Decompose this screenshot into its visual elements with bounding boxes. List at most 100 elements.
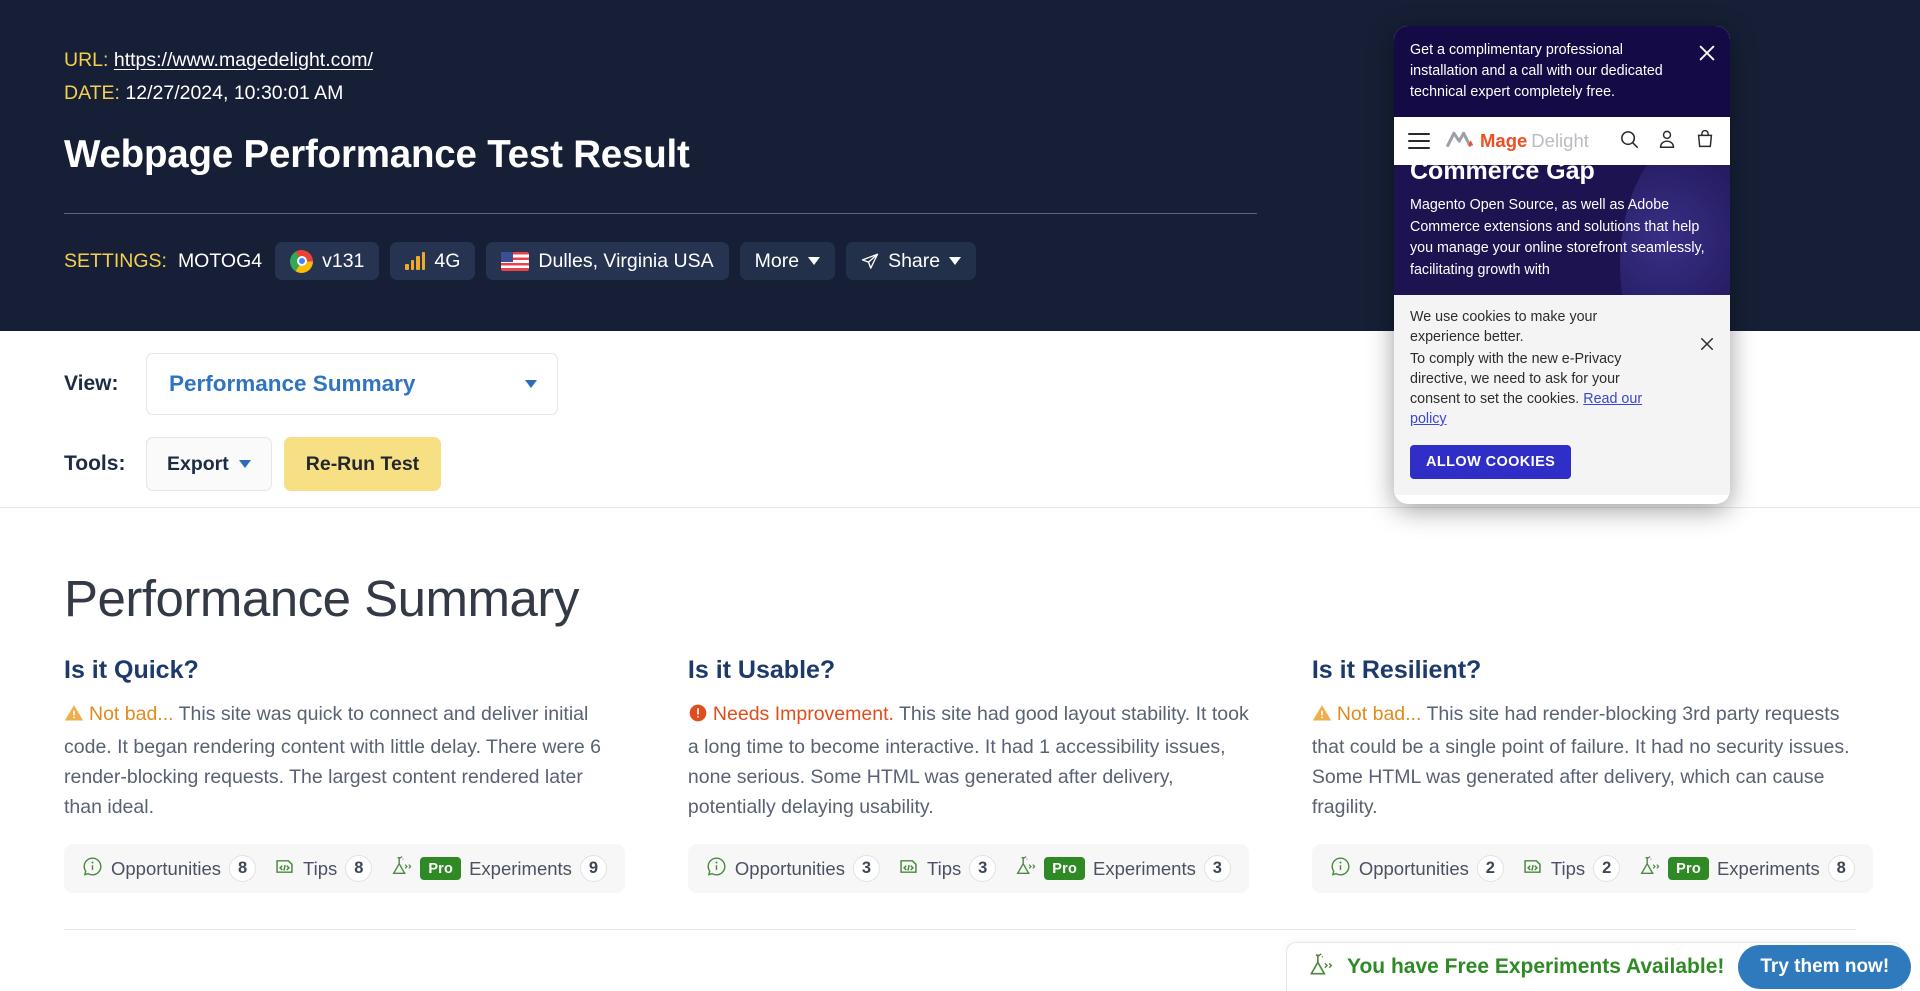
experiments-label: Experiments: [1093, 857, 1196, 879]
header-divider: [64, 213, 1257, 214]
cookie-consent-bar: We use cookies to make your experience b…: [1394, 295, 1730, 495]
info-circle-icon: [1330, 856, 1351, 882]
view-row: View: Performance Summary: [64, 353, 558, 415]
view-label: View:: [64, 372, 119, 395]
preview-site-nav: Mage Delight: [1394, 117, 1730, 165]
close-icon[interactable]: [1696, 42, 1718, 64]
promo-text: Get a complimentary professional install…: [1410, 42, 1663, 100]
tips-count: 8: [345, 855, 373, 882]
main-content: Performance Summary Is it Quick? Not bad…: [0, 508, 1920, 930]
tips-chip[interactable]: Tips 8: [274, 855, 373, 882]
more-button[interactable]: More: [739, 242, 836, 280]
opportunities-label: Opportunities: [734, 857, 845, 879]
alert-octagon-icon: [688, 702, 708, 732]
url-link[interactable]: https://www.magedelight.com/: [114, 49, 373, 71]
info-circle-icon: [706, 856, 727, 882]
hero-title: Commerce Gap: [1410, 165, 1595, 185]
tips-count: 3: [969, 855, 997, 882]
location-pill[interactable]: Dulles, Virginia USA: [486, 242, 729, 280]
rerun-test-button[interactable]: Re-Run Test: [283, 437, 442, 491]
connection-label: 4G: [434, 249, 461, 272]
tips-chip[interactable]: Tips 3: [898, 855, 997, 882]
opportunities-chip[interactable]: Opportunities 2: [1330, 855, 1504, 882]
column-heading: Is it Usable?: [687, 656, 836, 684]
opportunities-count: 8: [229, 855, 257, 882]
column-body: Not bad... This site was quick to connec…: [64, 699, 625, 822]
code-tips-icon: [1522, 856, 1543, 882]
experiments-chip[interactable]: Pro Experiments 3: [1014, 855, 1231, 882]
opportunities-chip[interactable]: Opportunities 8: [82, 855, 257, 882]
opportunities-chip[interactable]: Opportunities 3: [706, 855, 880, 882]
share-button[interactable]: Share: [846, 242, 977, 280]
device-name: MOTOG4: [177, 249, 263, 272]
free-experiments-banner[interactable]: You have Free Experiments Available! Try…: [1286, 942, 1912, 991]
pro-badge: Pro: [420, 857, 462, 880]
more-label: More: [754, 249, 800, 272]
opportunities-label: Opportunities: [111, 857, 222, 879]
free-experiments-text: You have Free Experiments Available!: [1347, 955, 1725, 978]
column-body: Not bad... This site had render-blocking…: [1312, 699, 1873, 822]
flask-icon: [1638, 855, 1660, 882]
date-label: DATE:: [64, 82, 120, 104]
export-button[interactable]: Export: [146, 437, 272, 491]
account-icon[interactable]: [1656, 128, 1678, 155]
code-tips-icon: [274, 856, 295, 882]
hamburger-menu-icon[interactable]: [1408, 133, 1430, 149]
summary-columns: Is it Quick? Not bad... This site was qu…: [64, 656, 1873, 893]
allow-cookies-button[interactable]: ALLOW COOKIES: [1410, 445, 1572, 479]
summary-column-resilient: Is it Resilient? Not bad... This site ha…: [1311, 656, 1873, 893]
site-preview-popup[interactable]: Get a complimentary professional install…: [1394, 26, 1730, 504]
promo-bar: Get a complimentary professional install…: [1394, 26, 1730, 117]
preview-hero: Commerce Gap Magento Open Source, as wel…: [1394, 165, 1730, 295]
cart-icon[interactable]: [1694, 128, 1716, 155]
search-icon[interactable]: [1618, 128, 1640, 155]
logo-mark-icon: [1446, 129, 1476, 154]
tools-label: Tools:: [64, 452, 126, 475]
column-chip-bar[interactable]: Opportunities 8 Tips 8 Pro Experiments 9: [64, 844, 625, 893]
tips-count: 2: [1593, 855, 1621, 882]
content-divider: [64, 929, 1856, 930]
hero-body: Magento Open Source, as well as Adobe Co…: [1410, 197, 1705, 278]
logo-mage-text: Mage: [1480, 130, 1528, 151]
us-flag-icon: [501, 251, 530, 271]
experiments-count: 3: [1203, 855, 1231, 882]
column-chip-bar[interactable]: Opportunities 2 Tips 2 Pro Experiments 8: [1311, 844, 1873, 893]
experiments-chip[interactable]: Pro Experiments 9: [390, 855, 607, 882]
column-verdict: Needs Improvement.: [712, 703, 894, 725]
cookie-line-1: We use cookies to make your experience b…: [1410, 309, 1598, 345]
experiments-chip[interactable]: Pro Experiments 8: [1638, 855, 1855, 882]
code-tips-icon: [898, 856, 919, 882]
try-them-now-button[interactable]: Try them now!: [1738, 945, 1912, 989]
experiments-label: Experiments: [469, 857, 572, 879]
cookie-line-2: To comply with the new e-Privacy directi…: [1410, 349, 1714, 429]
close-icon[interactable]: [1698, 335, 1716, 353]
warning-triangle-icon: [1312, 702, 1332, 732]
experiments-label: Experiments: [1716, 857, 1820, 879]
export-label: Export: [167, 452, 229, 475]
opportunities-label: Opportunities: [1358, 857, 1469, 879]
send-icon: [861, 252, 879, 270]
logo-delight-text: Delight: [1531, 130, 1589, 151]
column-chip-bar[interactable]: Opportunities 3 Tips 3 Pro Experiments 3: [687, 844, 1249, 893]
view-select[interactable]: Performance Summary: [146, 353, 558, 415]
experiments-count: 9: [579, 855, 607, 882]
warning-triangle-icon: [64, 702, 84, 732]
column-verdict: Not bad...: [89, 703, 174, 725]
tips-chip[interactable]: Tips 2: [1522, 855, 1621, 882]
browser-pill[interactable]: v131: [275, 242, 380, 280]
column-heading: Is it Quick?: [64, 656, 199, 684]
chevron-down-icon: [525, 380, 537, 388]
magedelight-logo[interactable]: Mage Delight: [1446, 129, 1589, 154]
column-verdict: Not bad...: [1336, 703, 1422, 725]
summary-title: Performance Summary: [64, 570, 579, 627]
view-select-value: Performance Summary: [169, 371, 416, 396]
url-label: URL:: [64, 49, 109, 71]
date-value: 12/27/2024, 10:30:01 AM: [125, 82, 344, 104]
flask-icon: [1014, 855, 1036, 882]
column-body: Needs Improvement. This site had good la…: [688, 699, 1249, 822]
flask-icon: [390, 855, 412, 882]
opportunities-count: 2: [1476, 855, 1504, 882]
connection-pill[interactable]: 4G: [390, 242, 476, 280]
summary-column-usable: Is it Usable? Needs Improvement. This si…: [687, 656, 1249, 893]
chevron-down-icon: [808, 257, 821, 265]
